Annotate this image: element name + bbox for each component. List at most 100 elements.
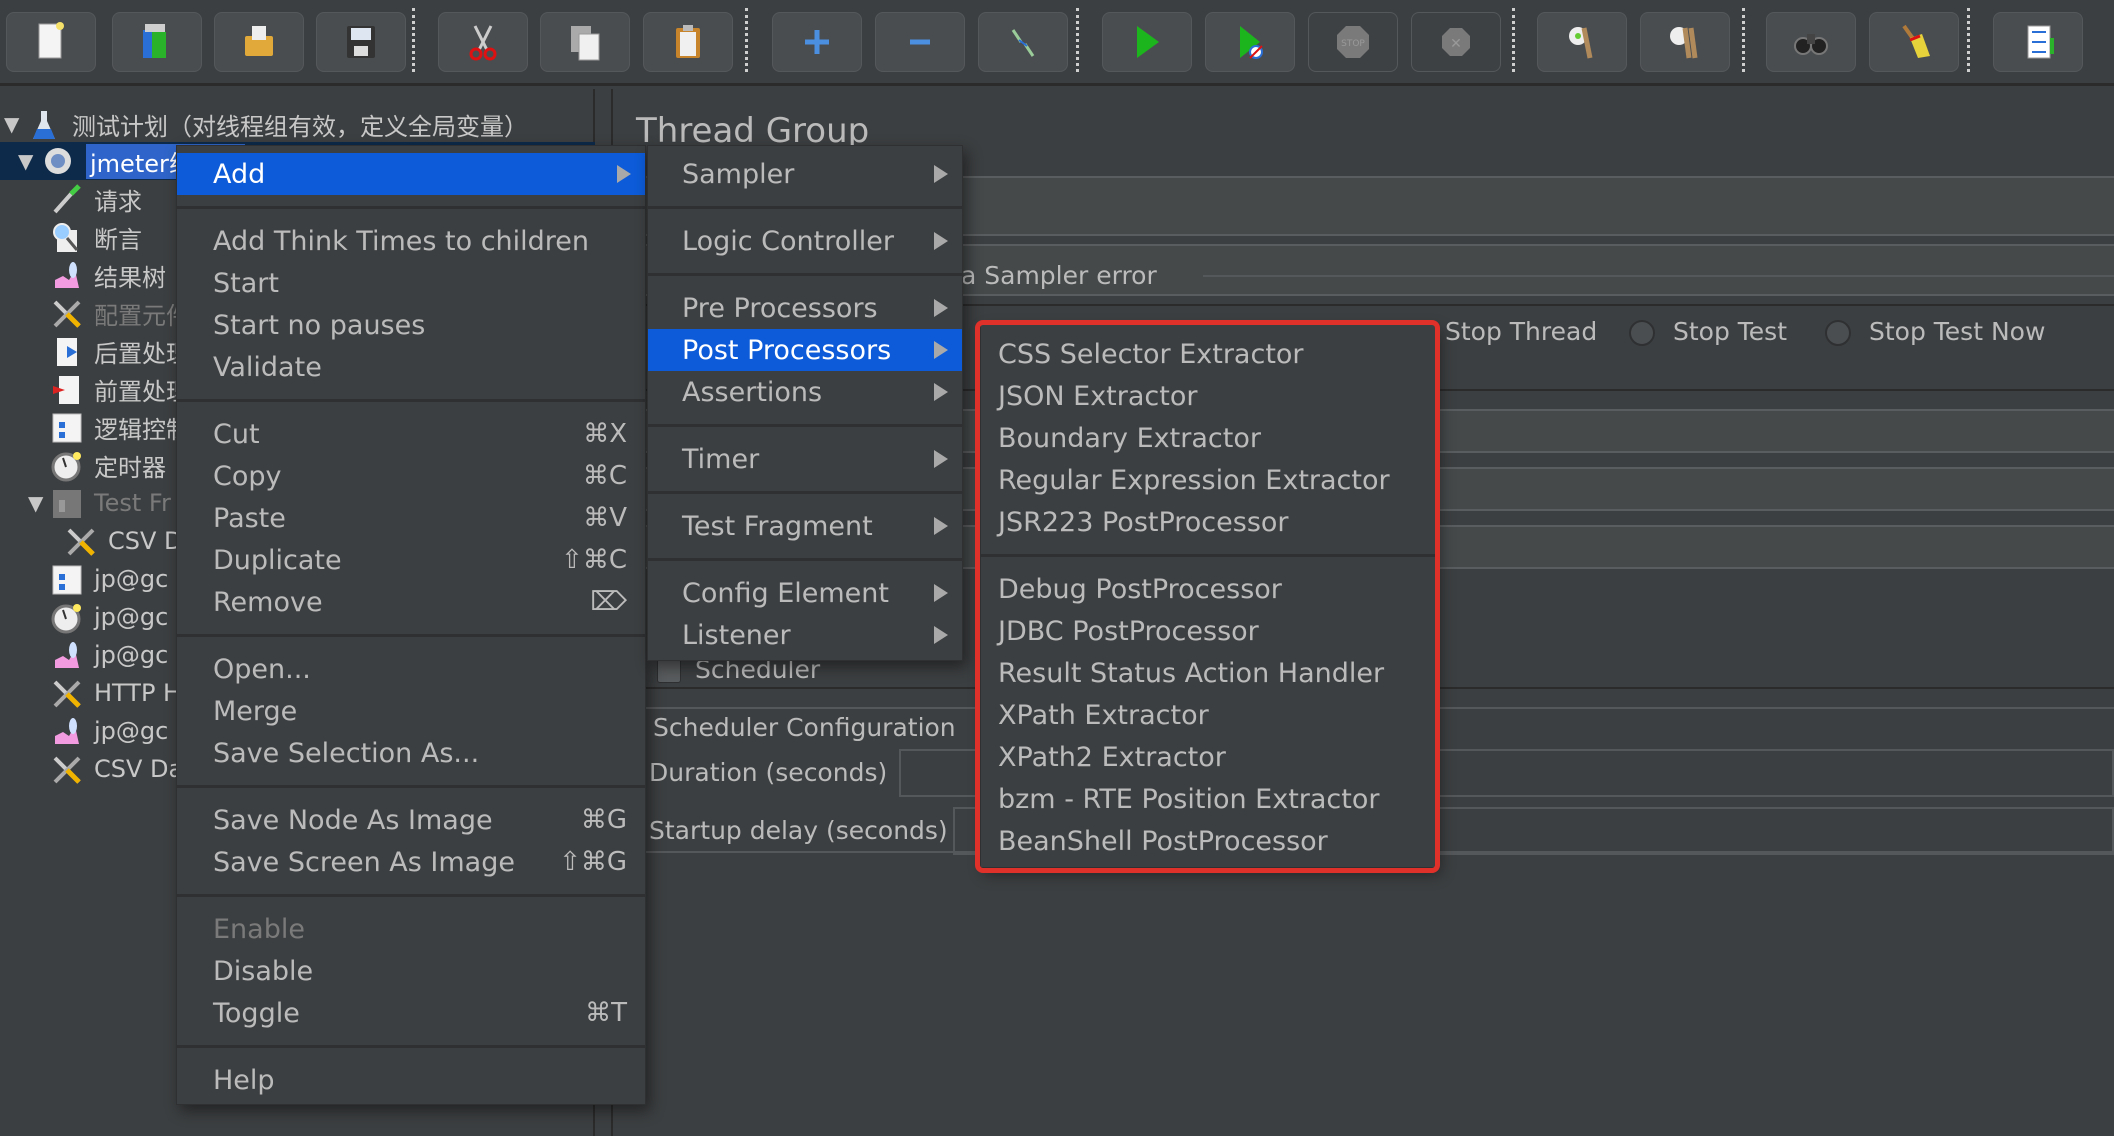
- menu-item-validate[interactable]: Validate: [177, 346, 645, 388]
- menu-item-test-fragment[interactable]: Test Fragment: [648, 505, 962, 547]
- menu-item-xpath2-extractor[interactable]: XPath2 Extractor: [981, 736, 1435, 778]
- menu-item-jdbc-postprocessor[interactable]: JDBC PostProcessor: [981, 610, 1435, 652]
- expand-toggle-icon[interactable]: ▼: [18, 149, 40, 173]
- tree-item[interactable]: 断言: [0, 218, 142, 256]
- tree-item[interactable]: HTTP H: [0, 674, 181, 712]
- menu-item-paste[interactable]: Paste ⌘V: [177, 497, 645, 539]
- start-no-pauses-button[interactable]: [1205, 12, 1295, 72]
- tree-item[interactable]: 结果树: [0, 256, 166, 294]
- radio-stop-test-now-label[interactable]: Stop Test Now: [1869, 317, 2045, 346]
- radio-stop-test-label[interactable]: Stop Test: [1673, 317, 1787, 346]
- menu-item-listener[interactable]: Listener: [648, 614, 962, 656]
- clear-button[interactable]: [1537, 12, 1627, 72]
- radio-stop-test-now[interactable]: [1825, 320, 1851, 346]
- menu-item-regular-expression-extractor[interactable]: Regular Expression Extractor: [981, 459, 1435, 501]
- menu-item-merge[interactable]: Merge: [177, 690, 645, 732]
- menu-item-remove[interactable]: Remove ⌦: [177, 581, 645, 623]
- menu-item-xpath-extractor[interactable]: XPath Extractor: [981, 694, 1435, 736]
- menu-item-help[interactable]: Help: [177, 1059, 645, 1101]
- tree-item[interactable]: jp@gc: [0, 598, 168, 636]
- menu-separator: [177, 785, 645, 788]
- tree-item[interactable]: jp@gc: [0, 560, 168, 598]
- tree-item[interactable]: jp@gc: [0, 712, 168, 750]
- menu-item-toggle[interactable]: Toggle ⌘T: [177, 992, 645, 1034]
- timer-clock-icon: [48, 599, 84, 635]
- thread-group-gear-icon: [40, 143, 76, 179]
- scheduler-checkbox[interactable]: [657, 659, 681, 683]
- tree-item[interactable]: 前置处理: [0, 370, 190, 408]
- menu-item-config-element[interactable]: Config Element: [648, 572, 962, 614]
- menu-item-result-status-action-handler[interactable]: Result Status Action Handler: [981, 652, 1435, 694]
- menu-item-cut[interactable]: Cut ⌘X: [177, 413, 645, 455]
- menu-separator: [981, 554, 1435, 557]
- save-button[interactable]: [316, 12, 406, 72]
- tree-item[interactable]: 后置处理: [0, 332, 190, 370]
- menu-item-duplicate[interactable]: Duplicate ⇧⌘C: [177, 539, 645, 581]
- menu-item-debug-postprocessor[interactable]: Debug PostProcessor: [981, 568, 1435, 610]
- menu-item-start-no-pauses[interactable]: Start no pauses: [177, 304, 645, 346]
- expand-plus-button[interactable]: [772, 12, 862, 72]
- toggle-button[interactable]: [978, 12, 1068, 72]
- menu-item-json-extractor[interactable]: JSON Extractor: [981, 375, 1435, 417]
- reset-search-broom-button[interactable]: [1869, 12, 1959, 72]
- submenu-arrow-icon: [934, 517, 948, 535]
- tree-item[interactable]: 定时器: [0, 446, 166, 484]
- radio-stop-test[interactable]: [1629, 320, 1655, 346]
- menu-item-logic-controller[interactable]: Logic Controller: [648, 220, 962, 262]
- menu-item-post-processors[interactable]: Post Processors: [648, 329, 962, 371]
- menu-item-add-think-times-to-children[interactable]: Add Think Times to children: [177, 220, 645, 262]
- tree-item[interactable]: jp@gc: [0, 636, 168, 674]
- menu-item-label: CSS Selector Extractor: [998, 338, 1304, 370]
- tree-item[interactable]: ▼ Test Fr: [0, 484, 171, 522]
- copy-button[interactable]: [540, 12, 630, 72]
- menu-item-label: Start: [213, 267, 279, 299]
- menu-item-timer[interactable]: Timer: [648, 438, 962, 480]
- toolbar-separator: [1512, 8, 1515, 72]
- menu-item-start[interactable]: Start: [177, 262, 645, 304]
- submenu-arrow-icon: [934, 299, 948, 317]
- menu-item-css-selector-extractor[interactable]: CSS Selector Extractor: [981, 333, 1435, 375]
- menu-item-assertions[interactable]: Assertions: [648, 371, 962, 413]
- menu-item-disable[interactable]: Disable: [177, 950, 645, 992]
- stop-button[interactable]: STOP: [1308, 12, 1398, 72]
- tree-item[interactable]: 配置元件: [0, 294, 190, 332]
- search-binoculars-button[interactable]: [1766, 12, 1856, 72]
- menu-item-jsr223-postprocessor[interactable]: JSR223 PostProcessor: [981, 501, 1435, 543]
- expand-toggle-icon[interactable]: ▼: [28, 491, 50, 515]
- menu-item-save-selection-as[interactable]: Save Selection As...: [177, 732, 645, 774]
- menu-item-open[interactable]: Open...: [177, 648, 645, 690]
- tree-item-label: 测试计划（对线程组有效，定义全局变量）: [72, 112, 528, 141]
- menu-item-label: Save Screen As Image: [213, 846, 515, 878]
- menu-item-save-screen-as-image[interactable]: Save Screen As Image ⇧⌘G: [177, 841, 645, 883]
- tree-item[interactable]: CSV D: [0, 522, 183, 560]
- expand-toggle-icon[interactable]: ▼: [4, 112, 26, 136]
- new-file-button[interactable]: [6, 12, 96, 72]
- menu-item-copy[interactable]: Copy ⌘C: [177, 455, 645, 497]
- radio-stop-thread-label[interactable]: Stop Thread: [1445, 317, 1597, 346]
- menu-item-bzm-rte-position-extractor[interactable]: bzm - RTE Position Extractor: [981, 778, 1435, 820]
- start-button[interactable]: [1102, 12, 1192, 72]
- tree-item[interactable]: 请求: [0, 180, 142, 218]
- tree-item-label: jp@gc: [94, 717, 169, 745]
- menu-item-pre-processors[interactable]: Pre Processors: [648, 287, 962, 329]
- function-helper-button[interactable]: [1993, 12, 2083, 72]
- menu-item-add[interactable]: Add: [177, 153, 645, 195]
- cut-button[interactable]: [438, 12, 528, 72]
- menu-item-sampler[interactable]: Sampler: [648, 153, 962, 195]
- menu-item-boundary-extractor[interactable]: Boundary Extractor: [981, 417, 1435, 459]
- submenu-arrow-icon: [934, 450, 948, 468]
- menu-item-save-node-as-image[interactable]: Save Node As Image ⌘G: [177, 799, 645, 841]
- test-fragment-icon: [48, 485, 84, 521]
- menu-item-beanshell-postprocessor[interactable]: BeanShell PostProcessor: [981, 820, 1435, 862]
- templates-button[interactable]: [112, 12, 202, 72]
- tree-item[interactable]: CSV Da: [0, 750, 183, 788]
- open-folder-button[interactable]: [214, 12, 304, 72]
- tree-item[interactable]: ▼ 测试计划（对线程组有效，定义全局变量）: [0, 105, 528, 143]
- paste-button[interactable]: [643, 12, 733, 72]
- menu-item-label: Open...: [213, 653, 311, 685]
- menu-item-label: Add: [213, 158, 266, 190]
- shutdown-button[interactable]: ✕: [1411, 12, 1501, 72]
- tree-item[interactable]: 逻辑控制: [0, 408, 190, 446]
- clear-all-button[interactable]: [1640, 12, 1730, 72]
- collapse-minus-button[interactable]: [875, 12, 965, 72]
